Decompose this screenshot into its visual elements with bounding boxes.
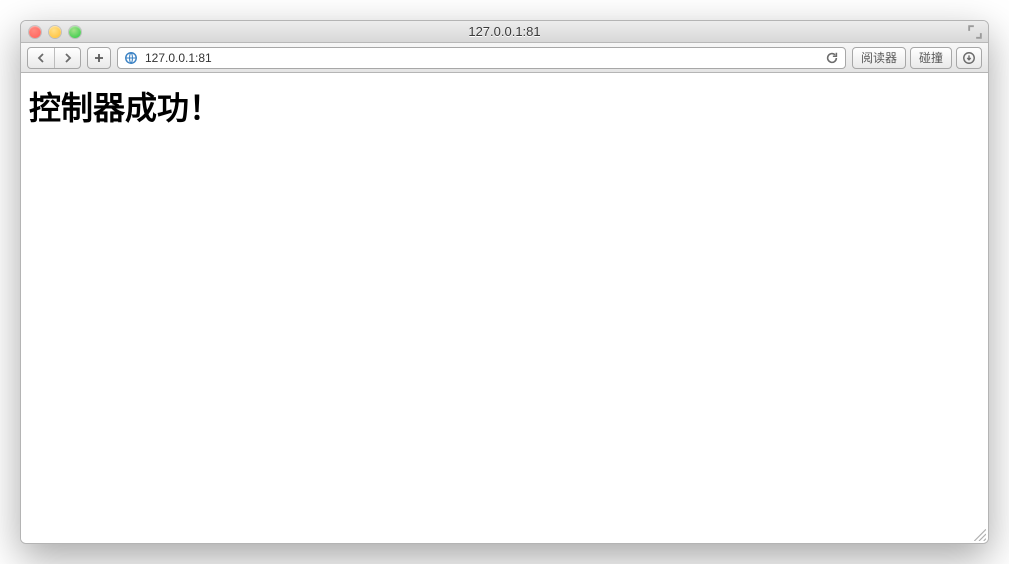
nav-buttons xyxy=(27,47,81,69)
back-button[interactable] xyxy=(28,48,54,68)
toolbar: 阅读器 碰撞 xyxy=(21,43,988,73)
site-favicon-icon xyxy=(121,48,141,68)
downloads-button[interactable] xyxy=(956,47,982,69)
browser-window: 127.0.0.1:81 xyxy=(20,20,989,544)
forward-button[interactable] xyxy=(54,48,80,68)
minimize-window-button[interactable] xyxy=(49,26,61,38)
reader-button-label: 阅读器 xyxy=(861,49,897,66)
add-bookmark-button[interactable] xyxy=(88,48,110,68)
zoom-window-button[interactable] xyxy=(69,26,81,38)
page-heading: 控制器成功！ xyxy=(29,83,980,129)
toolbar-right: 阅读器 碰撞 xyxy=(852,47,982,69)
url-input[interactable] xyxy=(141,51,819,65)
window-title: 127.0.0.1:81 xyxy=(21,24,988,39)
window-controls xyxy=(21,26,81,38)
reload-button[interactable] xyxy=(819,47,845,69)
address-bar xyxy=(117,47,846,69)
page-content: 控制器成功！ xyxy=(21,73,988,543)
reader-button[interactable]: 阅读器 xyxy=(852,47,906,69)
titlebar: 127.0.0.1:81 xyxy=(21,21,988,43)
resize-grip[interactable] xyxy=(972,527,986,541)
fullscreen-button[interactable] xyxy=(968,25,982,39)
close-window-button[interactable] xyxy=(29,26,41,38)
add-bookmark-group xyxy=(87,47,111,69)
share-button-label: 碰撞 xyxy=(919,49,943,66)
share-button[interactable]: 碰撞 xyxy=(910,47,952,69)
